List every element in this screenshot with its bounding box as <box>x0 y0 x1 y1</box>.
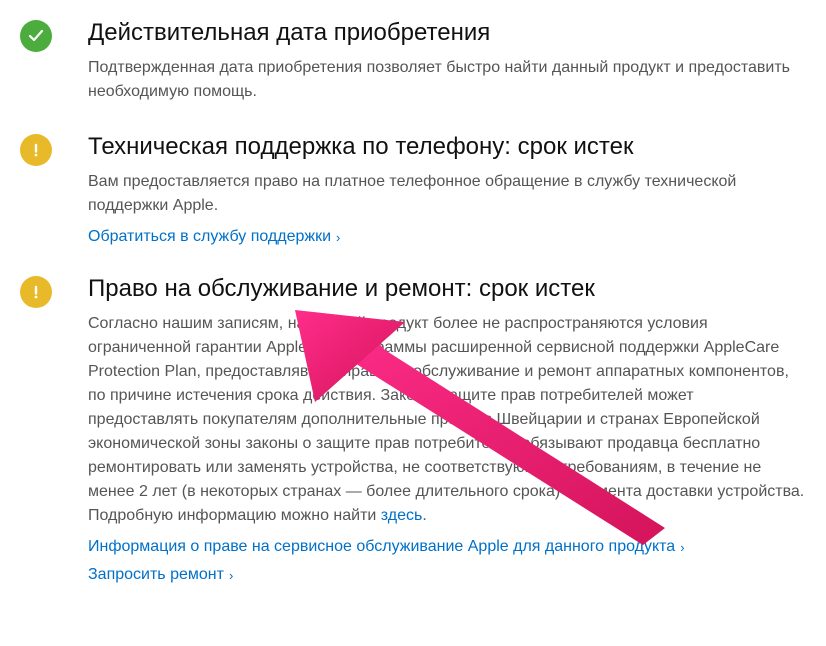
section-title: Право на обслуживание и ремонт: срок ист… <box>88 274 806 304</box>
section-desc: Подтвержденная дата приобретения позволя… <box>88 56 806 104</box>
section-title: Техническая поддержка по телефону: срок … <box>88 132 806 162</box>
section-content: Право на обслуживание и ремонт: срок ист… <box>60 274 806 584</box>
link-row: Информация о праве на сервисное обслужив… <box>88 538 806 556</box>
link-label: Обратиться в службу поддержки <box>88 228 331 246</box>
coverage-section-phone-support: Техническая поддержка по телефону: срок … <box>20 132 806 246</box>
chevron-right-icon: › <box>229 568 233 583</box>
request-repair-link[interactable]: Запросить ремонт › <box>88 566 233 584</box>
check-icon <box>20 20 52 52</box>
chevron-right-icon: › <box>680 540 684 555</box>
desc-text-before: Согласно нашим записям, на данный продук… <box>88 315 804 524</box>
contact-support-link[interactable]: Обратиться в службу поддержки › <box>88 228 340 246</box>
link-label: Информация о праве на сервисное обслужив… <box>88 538 675 556</box>
coverage-info-link[interactable]: Информация о праве на сервисное обслужив… <box>88 538 685 556</box>
coverage-section-service-repair: Право на обслуживание и ремонт: срок ист… <box>20 274 806 584</box>
chevron-right-icon: › <box>336 230 340 245</box>
link-row: Запросить ремонт › <box>88 566 806 584</box>
here-link[interactable]: здесь <box>381 507 423 524</box>
warning-icon <box>20 134 52 166</box>
status-icon-col <box>20 274 60 308</box>
desc-text-after: . <box>422 507 426 524</box>
section-content: Техническая поддержка по телефону: срок … <box>60 132 806 246</box>
link-row: Обратиться в службу поддержки › <box>88 228 806 246</box>
link-label: Запросить ремонт <box>88 566 224 584</box>
section-content: Действительная дата приобретения Подтвер… <box>60 18 806 104</box>
section-title: Действительная дата приобретения <box>88 18 806 48</box>
warning-icon <box>20 276 52 308</box>
section-desc: Согласно нашим записям, на данный продук… <box>88 312 806 528</box>
coverage-section-purchase-date: Действительная дата приобретения Подтвер… <box>20 18 806 104</box>
status-icon-col <box>20 18 60 52</box>
status-icon-col <box>20 132 60 166</box>
section-desc: Вам предоставляется право на платное тел… <box>88 170 806 218</box>
